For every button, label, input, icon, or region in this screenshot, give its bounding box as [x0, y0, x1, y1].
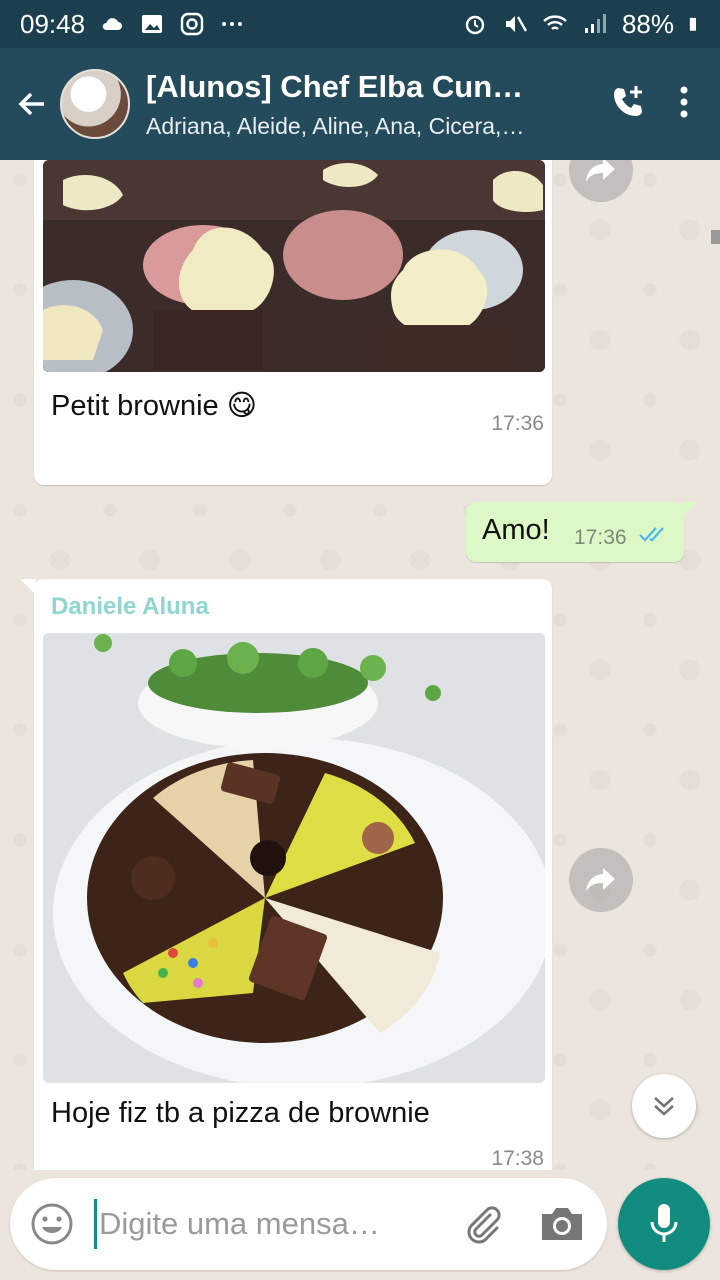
- message-bubble-outgoing[interactable]: Amo! 17:36: [466, 502, 698, 562]
- more-options-button[interactable]: [678, 82, 690, 127]
- emoji-button[interactable]: [10, 1202, 94, 1246]
- message-bubble-incoming[interactable]: Daniele Aluna Hoje fiz tb a pizza de bro…: [20, 579, 552, 1170]
- attach-button[interactable]: [442, 1202, 522, 1246]
- message-input[interactable]: [94, 1199, 434, 1249]
- message-caption: Petit brownie 😋: [51, 390, 257, 422]
- brownie-pizza-image: [43, 633, 545, 1083]
- message-time: 17:36: [491, 412, 544, 435]
- group-title: [Alunos] Chef Elba Cun…: [146, 68, 524, 104]
- message-text: Amo!: [482, 514, 550, 546]
- signal-icon: [584, 14, 606, 33]
- chat-area[interactable]: Petit brownie 😋 17:36 Amo! 17:36 Daniele…: [0, 160, 720, 1170]
- chat-header: [Alunos] Chef Elba Cun… Adriana, Aleide,…: [0, 48, 720, 160]
- sender-name[interactable]: Daniele Aluna: [51, 593, 209, 621]
- more-dots-icon: [222, 22, 243, 26]
- mute-icon: [505, 16, 527, 32]
- alarm-icon: [465, 15, 485, 35]
- photo-brownie-pizza[interactable]: [43, 633, 545, 1083]
- forward-icon: [586, 868, 615, 892]
- arrow-back-icon: [18, 92, 44, 116]
- wifi-icon: [543, 15, 567, 30]
- mic-button[interactable]: [618, 1178, 710, 1270]
- photo-petit-brownies[interactable]: [43, 160, 545, 372]
- emoji-icon: [31, 1203, 73, 1245]
- message-time: 17:36: [574, 526, 627, 549]
- group-avatar[interactable]: [60, 69, 130, 139]
- more-vert-icon: [680, 86, 688, 117]
- status-bar: 09:48 88%: [0, 0, 720, 48]
- read-ticks-icon: [639, 527, 664, 542]
- microphone-icon: [650, 1204, 678, 1242]
- message-caption: Hoje fiz tb a pizza de brownie: [51, 1097, 430, 1129]
- brownie-image: [43, 160, 545, 372]
- group-members: Adriana, Aleide, Aline, Ana, Cicera,…: [146, 112, 525, 139]
- battery-icon: [689, 17, 696, 31]
- add-call-button[interactable]: [608, 82, 648, 127]
- back-button[interactable]: [4, 48, 60, 160]
- instagram-icon: [180, 12, 204, 36]
- scrollbar-thumb[interactable]: [711, 230, 720, 244]
- message-composer: [10, 1178, 607, 1270]
- message-time: 17:38: [491, 1147, 544, 1170]
- camera-button[interactable]: [522, 1204, 602, 1244]
- group-info[interactable]: [Alunos] Chef Elba Cun… Adriana, Aleide,…: [146, 69, 608, 140]
- add-call-icon: [614, 85, 642, 116]
- double-chevron-down-icon: [654, 1097, 674, 1116]
- forward-icon: [586, 160, 615, 182]
- cloud-icon: [102, 18, 123, 30]
- camera-icon: [542, 1208, 582, 1240]
- status-time: 09:48: [20, 8, 86, 39]
- forward-button[interactable]: [569, 160, 633, 202]
- forward-button[interactable]: [569, 848, 633, 912]
- image-icon: [142, 15, 163, 33]
- battery-percent: 88%: [621, 8, 674, 39]
- message-bubble-incoming[interactable]: Petit brownie 😋 17:36: [34, 160, 552, 485]
- scroll-to-bottom-button[interactable]: [632, 1074, 696, 1138]
- paperclip-icon: [467, 1206, 501, 1244]
